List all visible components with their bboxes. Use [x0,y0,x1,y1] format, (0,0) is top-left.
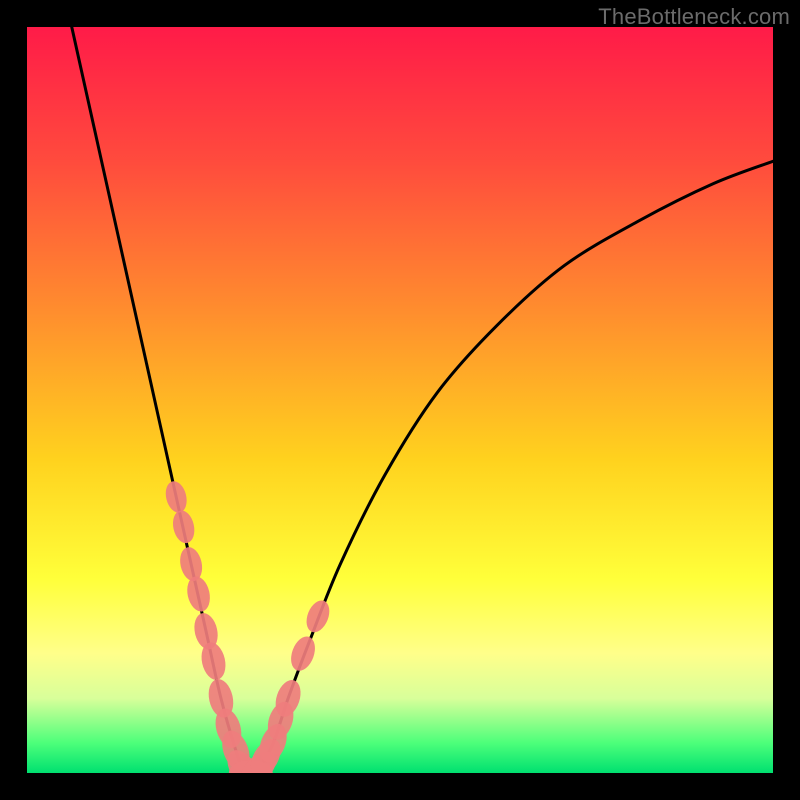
bottleneck-curve [72,27,773,773]
watermark-text: TheBottleneck.com [598,4,790,30]
curve-marker [163,479,190,515]
curve-marker [184,574,213,613]
curve-svg [27,27,773,773]
curve-marker [302,597,333,635]
plot-area [27,27,773,773]
curve-marker [287,633,320,674]
curve-marker [177,545,205,583]
curve-layer [72,27,773,773]
markers-layer [163,479,334,773]
chart-frame: TheBottleneck.com [0,0,800,800]
curve-marker [170,508,197,545]
